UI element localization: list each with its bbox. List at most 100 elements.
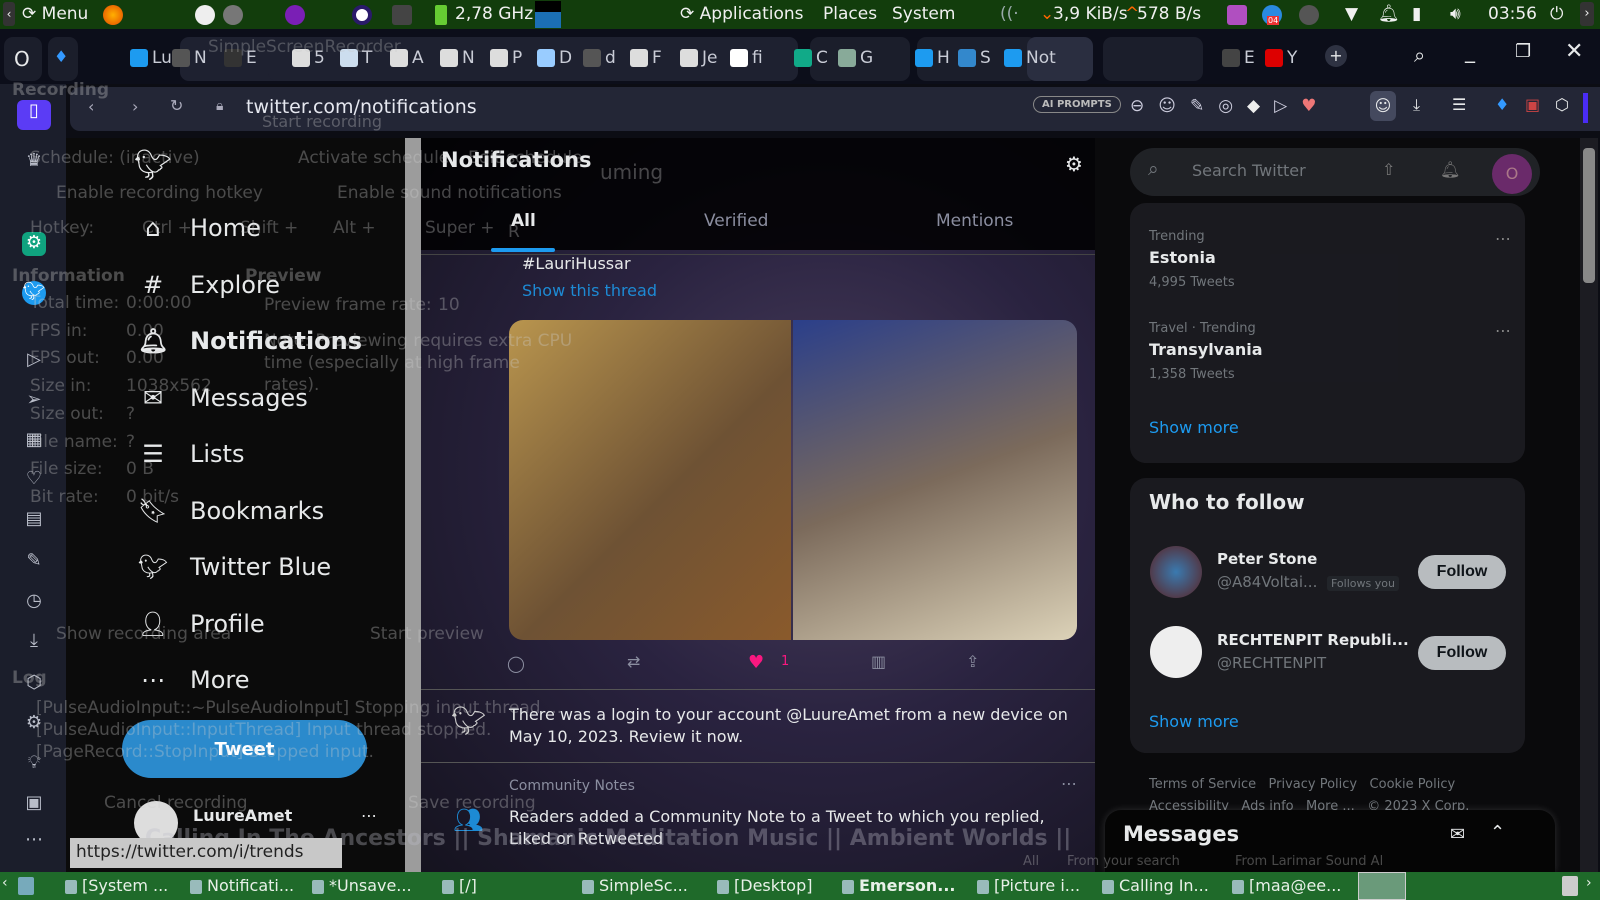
tab-verified[interactable]: Verified xyxy=(704,211,768,231)
notification-more-icon[interactable]: ⋯ xyxy=(1061,774,1077,793)
forward-button[interactable]: › xyxy=(132,97,138,116)
settings-icon[interactable] xyxy=(223,5,243,25)
upload-icon[interactable]: ⇧ xyxy=(1382,160,1395,179)
reload-button[interactable]: ↻ xyxy=(170,96,183,115)
browser-tab[interactable]: Not xyxy=(1004,43,1056,73)
tab-all[interactable]: All xyxy=(511,211,536,231)
taskbar-right-arrow[interactable]: › xyxy=(1586,875,1592,891)
twitter-logo-icon[interactable]: 🐦︎ xyxy=(134,148,172,183)
nav-scrollbar[interactable] xyxy=(405,138,421,872)
nav-lists[interactable]: ☰ Lists xyxy=(136,434,244,474)
trash-icon[interactable] xyxy=(1562,876,1578,896)
tweet-image-1[interactable] xyxy=(509,320,791,640)
notification-settings-icon[interactable]: ⚙ xyxy=(1065,152,1083,176)
vpn-icon[interactable]: ♦ xyxy=(1495,95,1509,114)
browser-tab[interactable]: N xyxy=(440,43,475,73)
heart-icon[interactable]: ♡ xyxy=(22,468,46,492)
community-note-notification[interactable]: Readers added a Community Note to a Twee… xyxy=(509,806,1069,850)
user-avatar[interactable] xyxy=(1150,626,1202,678)
browser-tab[interactable]: Lu xyxy=(130,43,172,73)
profile-button[interactable]: ☺ xyxy=(1370,91,1396,121)
msg-tab[interactable]: All xyxy=(1023,854,1039,869)
wifi-strength-icon[interactable]: ▼ xyxy=(1345,4,1358,24)
opera-icon[interactable] xyxy=(352,5,372,25)
applications-menu[interactable]: ⟳ Applications xyxy=(680,4,804,24)
browser-tab[interactable]: C xyxy=(794,43,828,73)
scroll-thumb[interactable] xyxy=(1583,148,1595,283)
browser-tab[interactable]: S xyxy=(958,43,991,73)
browser-tab[interactable]: d xyxy=(583,43,616,73)
follow-button[interactable]: Follow xyxy=(1418,636,1506,670)
retweet-icon[interactable]: ⇄ xyxy=(627,652,640,671)
bell-icon[interactable]: 🔔︎ xyxy=(1378,4,1400,24)
send-icon[interactable]: ➢ xyxy=(22,389,46,413)
user-avatar[interactable] xyxy=(1150,546,1202,598)
accessories-icon[interactable] xyxy=(195,5,215,25)
chatgpt-icon[interactable]: ⚙ xyxy=(22,232,46,256)
minimize-button[interactable]: _ xyxy=(1465,39,1475,63)
taskbar-item[interactable]: [maa@ee... xyxy=(1232,876,1341,895)
url-field[interactable]: twitter.com/notifications xyxy=(246,96,477,118)
browser-tab[interactable]: Je xyxy=(680,43,717,73)
browser-tab[interactable]: P xyxy=(490,43,522,73)
browser-tab[interactable]: E xyxy=(1222,43,1255,73)
browser-tab[interactable]: H xyxy=(915,43,950,73)
system-menu[interactable]: System xyxy=(892,4,955,24)
pinboard-icon[interactable]: ▣ xyxy=(22,792,46,816)
terminal-icon[interactable] xyxy=(392,5,412,25)
clock[interactable]: 03:56 xyxy=(1488,4,1537,24)
tab-search-icon[interactable]: ⌕ xyxy=(1414,43,1425,67)
taskbar-item[interactable]: [System ... xyxy=(65,876,168,895)
browser-tab[interactable]: F xyxy=(630,43,662,73)
back-button[interactable]: ‹ xyxy=(88,97,94,116)
volume-icon[interactable]: 🔊︎ xyxy=(1450,4,1461,24)
nav-profile[interactable]: 👤︎ Profile xyxy=(136,604,265,644)
toolbar-icons[interactable]: ⊖☺✎◎◆▷♥ xyxy=(1130,96,1330,116)
footer-link[interactable]: Privacy Policy xyxy=(1269,777,1358,792)
user-name[interactable]: Peter Stone xyxy=(1217,550,1317,568)
search-input[interactable]: Search Twitter xyxy=(1192,161,1306,180)
player-icon[interactable]: ▷ xyxy=(22,349,46,373)
restore-button[interactable]: ❐ xyxy=(1515,41,1531,62)
taskbar-item[interactable]: *Unsave... xyxy=(312,876,412,895)
apps-icon[interactable]: ▦ xyxy=(22,429,46,453)
messages-drawer[interactable]: Messages ✉ ⌃ All From your search From L… xyxy=(1023,810,1555,872)
browser-tab[interactable]: N xyxy=(172,43,207,73)
active-task[interactable] xyxy=(1358,872,1406,900)
share-icon[interactable]: ⇪ xyxy=(966,652,979,671)
close-window-button[interactable]: ✕ xyxy=(1565,39,1583,64)
trends-show-more[interactable]: Show more xyxy=(1149,418,1239,437)
tweet-image-2[interactable] xyxy=(793,320,1077,640)
power-icon[interactable]: ⏻ xyxy=(1550,4,1563,24)
nav-more[interactable]: ⋯ More xyxy=(136,660,250,700)
footer-link[interactable]: Terms of Service xyxy=(1149,777,1256,792)
nav-messages[interactable]: ✉ Messages xyxy=(136,378,308,418)
trend-more-icon[interactable]: ⋯ xyxy=(1495,229,1511,248)
views-icon[interactable]: ▥ xyxy=(871,652,886,671)
avatar-icon[interactable]: O xyxy=(1492,154,1532,194)
account-more-icon[interactable]: ⋯ xyxy=(361,806,377,825)
bell-icon[interactable]: 🔔︎ xyxy=(1440,160,1460,179)
tab-mentions[interactable]: Mentions xyxy=(936,211,1013,231)
tweet-hashtag[interactable]: #LauriHussar xyxy=(522,254,631,273)
news-icon[interactable]: ▤ xyxy=(22,508,46,532)
browser-tab[interactable]: Y xyxy=(1265,43,1297,73)
opera-menu-button[interactable]: O xyxy=(4,37,42,81)
taskbar-item[interactable]: Calling In... xyxy=(1102,876,1209,895)
downloads-icon[interactable]: ⤓ xyxy=(1413,95,1420,115)
places-menu[interactable]: Places xyxy=(823,4,877,24)
msg-tab[interactable]: From your search xyxy=(1067,854,1180,869)
snapshot-icon[interactable]: ✎ xyxy=(22,550,46,574)
browser-tab[interactable]: G xyxy=(838,43,873,73)
user-name[interactable]: RECHTENPIT Republi... xyxy=(1217,631,1409,649)
show-thread-link[interactable]: Show this thread xyxy=(522,281,657,300)
panel-left-arrow[interactable]: ‹ xyxy=(3,2,15,26)
workspace-icon[interactable]: ▯ xyxy=(17,100,51,130)
tray-app-icon[interactable] xyxy=(1299,5,1319,25)
easy-setup-icon[interactable]: ☰ xyxy=(1452,95,1466,114)
trend-name[interactable]: Estonia xyxy=(1149,248,1216,267)
show-desktop-icon[interactable] xyxy=(18,877,34,895)
taskbar-item[interactable]: [Desktop] xyxy=(717,876,812,895)
battery-icon[interactable]: ▮ xyxy=(1412,4,1421,24)
taskbar-item[interactable]: [Picture i... xyxy=(977,876,1080,895)
